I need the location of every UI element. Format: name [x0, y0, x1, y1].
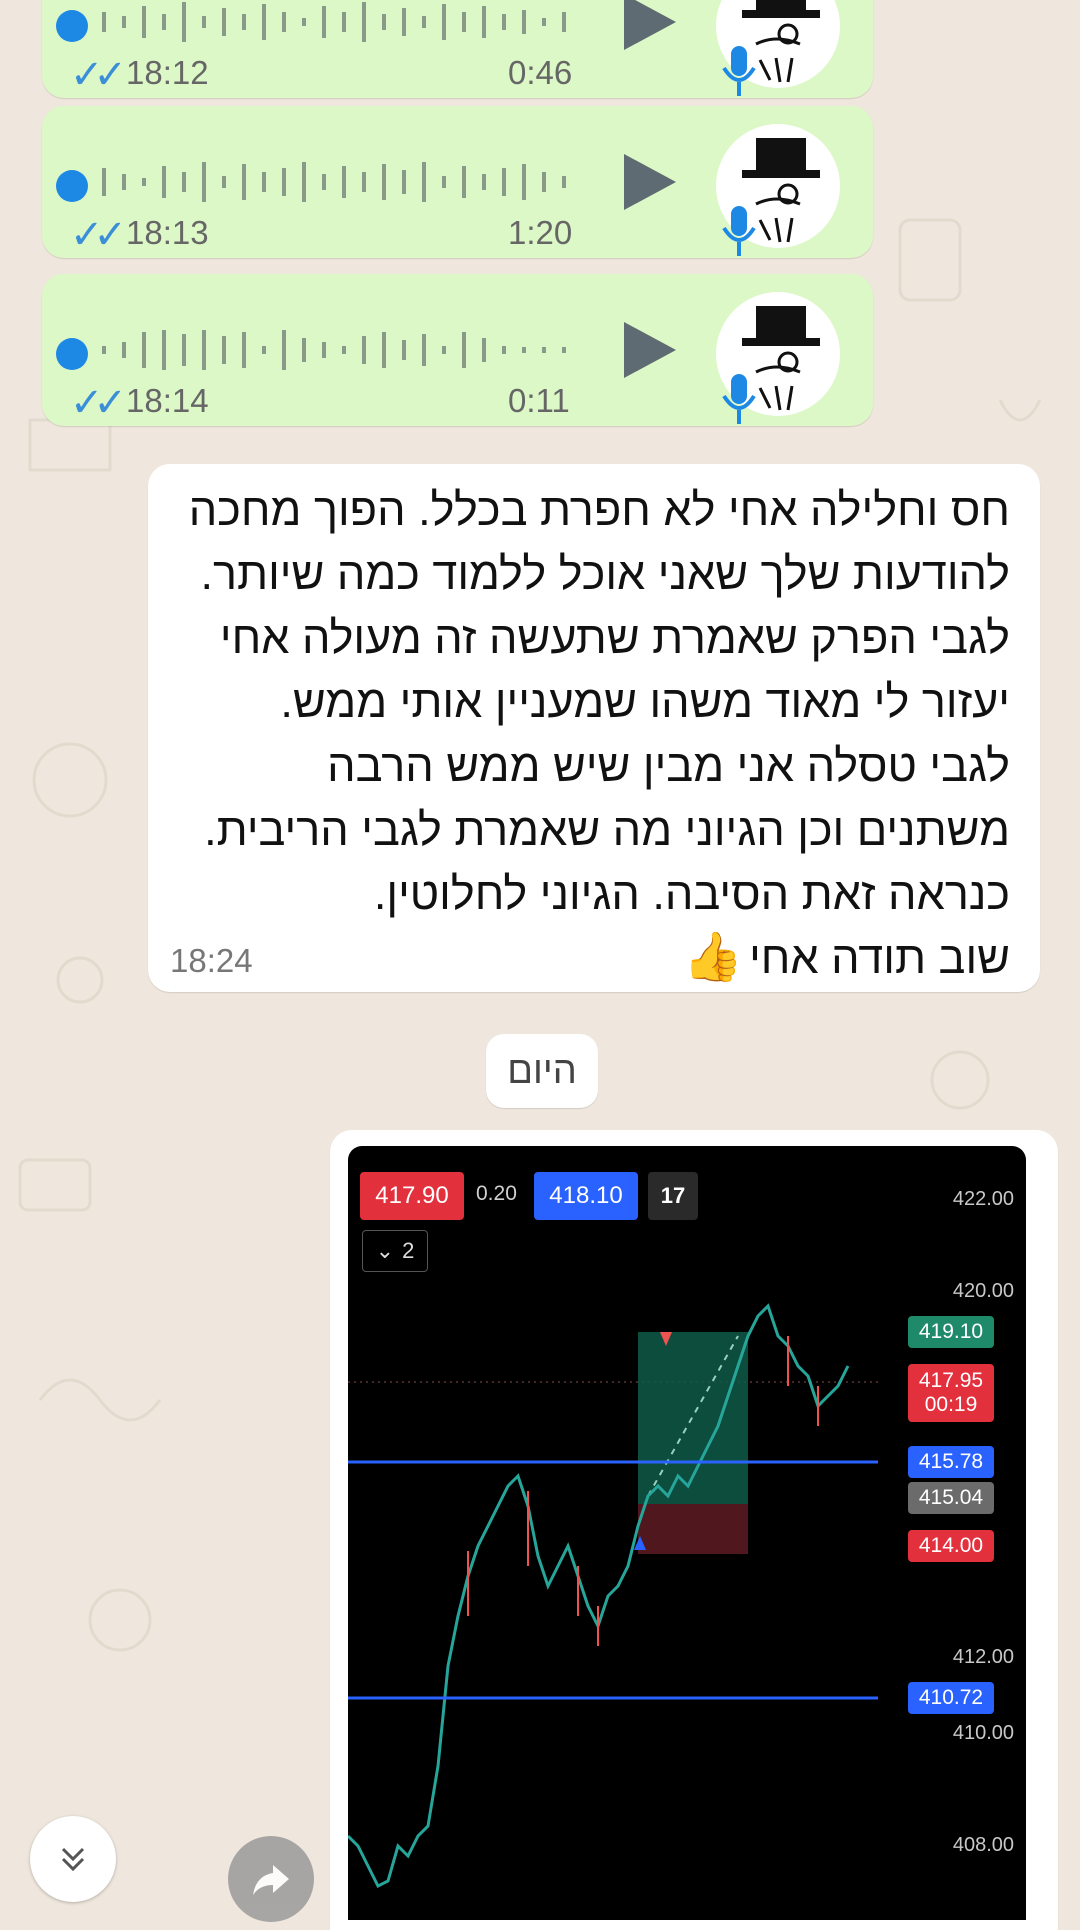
playback-position-dot[interactable]: [56, 338, 88, 370]
voice-message[interactable]: ✓✓ 18:12 0:46: [42, 0, 873, 98]
double-check-icon: ✓✓: [70, 213, 127, 257]
price-axis-label: 410.00: [952, 1722, 1014, 1744]
text-message[interactable]: חס וחלילה אחי לא חפרת בכלל. הפוך מחכה להו…: [148, 464, 1040, 992]
double-check-icon: ✓✓: [70, 53, 127, 97]
price-axis-label: 420.00: [952, 1280, 1014, 1302]
play-icon[interactable]: [624, 322, 676, 378]
price-axis-label: 408.00: [952, 1834, 1014, 1856]
chart-screenshot[interactable]: 417.90 0.20 418.10 17 ⌄ 2 422.00 420.00 4…: [348, 1146, 1026, 1920]
message-time: 18:13: [126, 214, 209, 251]
ask-price[interactable]: 418.10: [534, 1172, 638, 1220]
entry-price-tag: 415.04: [908, 1482, 994, 1514]
price-axis-label: 422.00: [952, 1188, 1014, 1210]
price-axis-label: 412.00: [952, 1646, 1014, 1668]
interval-dropdown[interactable]: ⌄ 2: [362, 1230, 428, 1272]
playback-position-dot[interactable]: [56, 10, 88, 42]
voice-duration: 0:11: [508, 382, 570, 419]
mic-icon: [722, 374, 756, 424]
waveform[interactable]: [94, 0, 614, 52]
last-price-tag: 417.95 00:19: [908, 1364, 994, 1422]
share-forward-icon: [253, 1865, 289, 1895]
tradingview-logo: 17: [648, 1172, 698, 1220]
message-text: חס וחלילה אחי לא חפרת בכלל. הפוך מחכה להו…: [178, 478, 1010, 990]
waveform[interactable]: [94, 320, 614, 380]
voice-duration: 1:20: [508, 214, 573, 251]
upper-level-tag: 415.78: [908, 1446, 994, 1478]
voice-message[interactable]: ✓✓ 18:14 0:11: [42, 274, 873, 426]
message-time: 18:14: [126, 382, 209, 419]
voice-message[interactable]: ✓✓ 18:13 1:20: [42, 106, 873, 258]
loss-zone: [638, 1504, 748, 1554]
double-check-icon: ✓✓: [70, 381, 127, 425]
voice-duration: 0:46: [508, 54, 573, 91]
thumbs-up-emoji: 👍: [683, 931, 744, 984]
waveform[interactable]: [94, 152, 614, 212]
message-time: 18:24: [170, 942, 253, 979]
mic-icon: [722, 46, 756, 96]
share-button[interactable]: [228, 1836, 314, 1922]
playback-position-dot[interactable]: [56, 170, 88, 202]
chevron-double-down-icon: [61, 1847, 85, 1872]
stop-price-tag: 414.00: [908, 1530, 994, 1562]
mic-icon: [722, 206, 756, 256]
play-icon[interactable]: [624, 154, 676, 210]
chevron-down-icon: ⌄: [375, 1238, 395, 1263]
bid-price[interactable]: 417.90: [360, 1172, 464, 1220]
play-icon[interactable]: [624, 0, 676, 50]
message-time: 18:12: [126, 54, 209, 91]
spread-value: 0.20: [476, 1182, 517, 1205]
lower-level-tag: 410.72: [908, 1682, 994, 1714]
scroll-to-bottom-button[interactable]: [30, 1816, 116, 1902]
date-separator: היום: [486, 1034, 598, 1108]
target-price-tag: 419.10: [908, 1316, 994, 1348]
